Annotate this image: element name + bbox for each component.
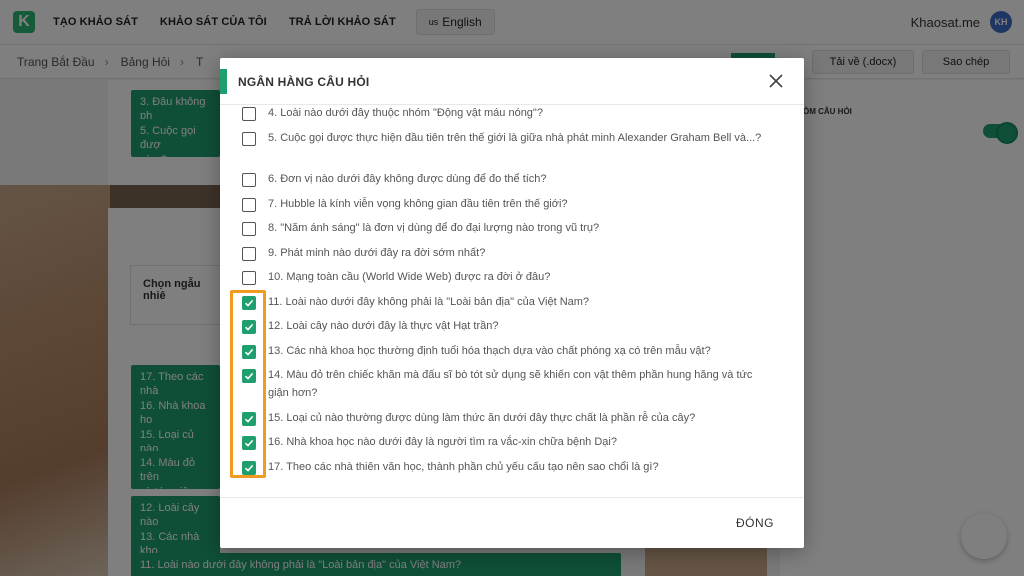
checkmark-icon — [244, 299, 254, 307]
question-text: 16. Nhà khoa học nào dưới đây là người t… — [268, 436, 617, 448]
question-text: 17. Theo các nhà thiên văn học, thành ph… — [268, 461, 659, 473]
question-text: 11. Loài nào dưới đây không phải là "Loà… — [268, 296, 590, 308]
checkbox-checked[interactable] — [242, 345, 256, 359]
modal-header: NGÂN HÀNG CÂU HỎI — [220, 58, 804, 105]
modal-footer: ĐÓNG — [220, 497, 804, 548]
checkmark-icon — [244, 439, 254, 447]
header-accent-bar — [220, 69, 227, 94]
checkmark-icon — [244, 348, 254, 356]
checkbox-unchecked[interactable] — [242, 198, 256, 212]
checkbox-checked[interactable] — [242, 436, 256, 450]
question-text: 5. Cuộc gọi được thực hiện đầu tiên trên… — [268, 132, 762, 144]
checkmark-icon — [244, 372, 254, 380]
question-text: 13. Các nhà khoa học thường định tuổi hó… — [268, 345, 711, 357]
checkbox-checked[interactable] — [242, 369, 256, 383]
checkbox-unchecked[interactable] — [242, 132, 256, 146]
question-text: 10. Mạng toàn cầu (World Wide Web) được … — [268, 271, 551, 283]
checkbox-checked[interactable] — [242, 412, 256, 426]
modal-title: NGÂN HÀNG CÂU HỎI — [238, 75, 370, 89]
checkbox-unchecked[interactable] — [242, 247, 256, 261]
question-text: 12. Loài cây nào dưới đây là thực vật Hạ… — [268, 320, 499, 332]
checkmark-icon — [244, 464, 254, 472]
question-list[interactable]: 4. Loài nào dưới đây thuộc nhóm "Động vậ… — [220, 105, 804, 497]
question-text: 7. Hubble là kính viễn vọng không gian đ… — [268, 198, 568, 210]
question-text: 15. Loại củ nào thường được dùng làm thứ… — [268, 412, 696, 424]
checkbox-checked[interactable] — [242, 461, 256, 475]
question-text: 9. Phát minh nào dưới đây ra đời sớm nhấ… — [268, 247, 486, 259]
question-text: 6. Đơn vị nào dưới đây không được dùng đ… — [268, 173, 547, 185]
question-text: 4. Loài nào dưới đây thuộc nhóm "Động vậ… — [268, 107, 543, 119]
question-text: 14. Màu đỏ trên chiếc khăn mà đấu sĩ bò … — [268, 369, 753, 399]
close-button[interactable]: ĐÓNG — [736, 516, 774, 530]
checkbox-unchecked[interactable] — [242, 222, 256, 236]
checkbox-checked[interactable] — [242, 296, 256, 310]
checkmark-icon — [244, 323, 254, 331]
checkbox-unchecked[interactable] — [242, 173, 256, 187]
checkbox-unchecked[interactable] — [242, 271, 256, 285]
question-text: 8. "Năm ánh sáng" là đơn vị dùng để đo đ… — [268, 222, 600, 234]
checkbox-checked[interactable] — [242, 320, 256, 334]
question-bank-modal: NGÂN HÀNG CÂU HỎI 4. Loài nào dưới đây t… — [220, 58, 804, 548]
close-icon[interactable] — [767, 72, 785, 90]
checkmark-icon — [244, 415, 254, 423]
checkbox-unchecked[interactable] — [242, 107, 256, 121]
